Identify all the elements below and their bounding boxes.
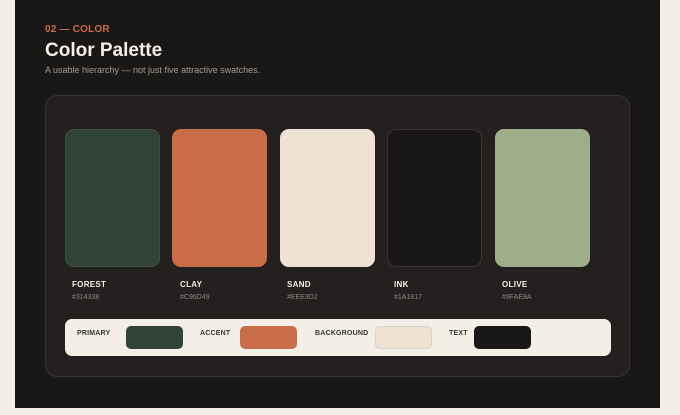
swatch-name: FOREST xyxy=(72,280,107,289)
role-chip-text[interactable] xyxy=(474,326,531,349)
swatch-ink[interactable] xyxy=(387,129,482,267)
role-label-background: BACKGROUND xyxy=(315,330,369,337)
swatch-olive[interactable] xyxy=(495,129,590,267)
swatch-sand[interactable] xyxy=(280,129,375,267)
role-chip-background[interactable] xyxy=(375,326,432,349)
swatch-name: CLAY xyxy=(180,280,203,289)
swatch-hex: #EEE3D2 xyxy=(287,294,318,301)
swatch-name: OLIVE xyxy=(502,280,528,289)
swatch-hex: #9FAE8A xyxy=(502,294,532,301)
role-label-primary: PRIMARY xyxy=(77,330,111,337)
swatch-hex: #1A1817 xyxy=(394,294,423,301)
page-subtitle: A usable hierarchy — not just five attra… xyxy=(45,65,261,75)
role-label-text: TEXT xyxy=(449,330,468,337)
swatch-name: INK xyxy=(394,280,409,289)
swatch-name: SAND xyxy=(287,280,311,289)
swatch-forest[interactable] xyxy=(65,129,160,267)
role-chip-primary[interactable] xyxy=(126,326,183,349)
page-title: Color Palette xyxy=(45,40,163,61)
swatch-hex: #C96D49 xyxy=(180,294,210,301)
section-eyebrow: 02 — COLOR xyxy=(45,24,110,35)
role-chip-accent[interactable] xyxy=(240,326,297,349)
role-label-accent: ACCENT xyxy=(200,330,231,337)
swatch-clay[interactable] xyxy=(172,129,267,267)
swatch-hex: #314338 xyxy=(72,294,100,301)
